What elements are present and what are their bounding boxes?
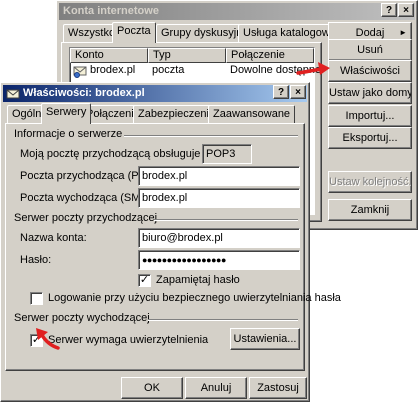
export-button[interactable]: Eksportuj... (328, 127, 412, 149)
spa-login-checkbox[interactable] (30, 292, 43, 305)
table-row[interactable]: brodex.pl poczta Dowolne dostępne (70, 64, 321, 78)
remember-password-label: Zapamiętaj hasło (156, 274, 240, 286)
tab-security[interactable]: Zabezpieczenia (133, 105, 221, 124)
tab-mail[interactable]: Poczta (112, 22, 156, 43)
column-header-account[interactable]: Konto (70, 48, 148, 63)
outgoing-server-group-label: Serwer poczty wychodzącej (14, 312, 150, 324)
properties-dialog: Właściwości: brodex.pl ? × Ogólne Serwer… (0, 82, 341, 402)
server-info-divider (124, 135, 298, 137)
incoming-server-group-label: Serwer poczty przychodzącej (14, 212, 158, 224)
add-button-label: Dodaj (355, 27, 385, 39)
auth-required-label: Serwer wymaga uwierzytelnienia (48, 334, 209, 346)
password-label: Hasło: (20, 254, 52, 266)
import-button[interactable]: Importuj... (328, 105, 412, 127)
annotation-arrow-right (296, 62, 330, 75)
mail-properties-icon (6, 87, 20, 101)
password-input[interactable]: ●●●●●●●●●●●●●●●●● (138, 250, 300, 270)
account-name-label: Nazwa konta: (20, 232, 87, 244)
set-default-button[interactable]: Ustaw jako domyślne (328, 82, 412, 104)
mail-account-icon (73, 64, 87, 78)
incoming-server-type-value: POP3 (202, 144, 252, 164)
smtp-server-input[interactable]: brodex.pl (138, 188, 300, 208)
tab-advanced[interactable]: Zaawansowane (208, 105, 296, 124)
properties-help-button[interactable]: ? (273, 85, 289, 99)
tab-servers[interactable]: Serwery (41, 103, 92, 124)
properties-dialog-title: Właściwości: brodex.pl (23, 87, 145, 99)
outgoing-settings-button[interactable]: Ustawienia... (230, 328, 300, 350)
close-button[interactable]: Zamknij (328, 199, 412, 221)
set-order-button[interactable]: Ustaw kolejność... (328, 171, 412, 193)
cancel-button[interactable]: Anuluj (185, 377, 247, 399)
account-name: brodex.pl (90, 64, 136, 76)
properties-dialog-titlebar: Właściwości: brodex.pl (3, 85, 307, 102)
account-type: poczta (152, 64, 185, 76)
tab-directory-service[interactable]: Usługa katalogowa (238, 24, 341, 43)
ok-button[interactable]: OK (121, 377, 183, 399)
remember-password-checkbox[interactable]: ✓ (138, 274, 151, 287)
account-name-input[interactable]: biuro@brodex.pl (138, 228, 300, 248)
outgoing-server-divider (148, 319, 298, 321)
properties-close-icon[interactable]: × (290, 85, 306, 99)
accounts-window-titlebar: Konta internetowe (59, 3, 415, 20)
accounts-help-button[interactable]: ? (381, 3, 397, 17)
annotation-arrow-up (36, 328, 60, 350)
remove-button[interactable]: Usuń (328, 39, 412, 61)
accounts-window-title: Konta internetowe (63, 5, 159, 17)
spa-login-label: Logowanie przy użyciu bezpiecznego uwier… (48, 292, 341, 304)
properties-button[interactable]: Właściwości (328, 60, 412, 82)
column-header-type[interactable]: Typ (148, 48, 226, 63)
server-info-group-label: Informacje o serwerze (14, 128, 123, 140)
apply-button[interactable]: Zastosuj (249, 377, 307, 399)
pop3-server-input[interactable]: brodex.pl (138, 166, 300, 186)
incoming-server-divider (154, 219, 298, 221)
accounts-close-icon[interactable]: × (398, 3, 414, 17)
